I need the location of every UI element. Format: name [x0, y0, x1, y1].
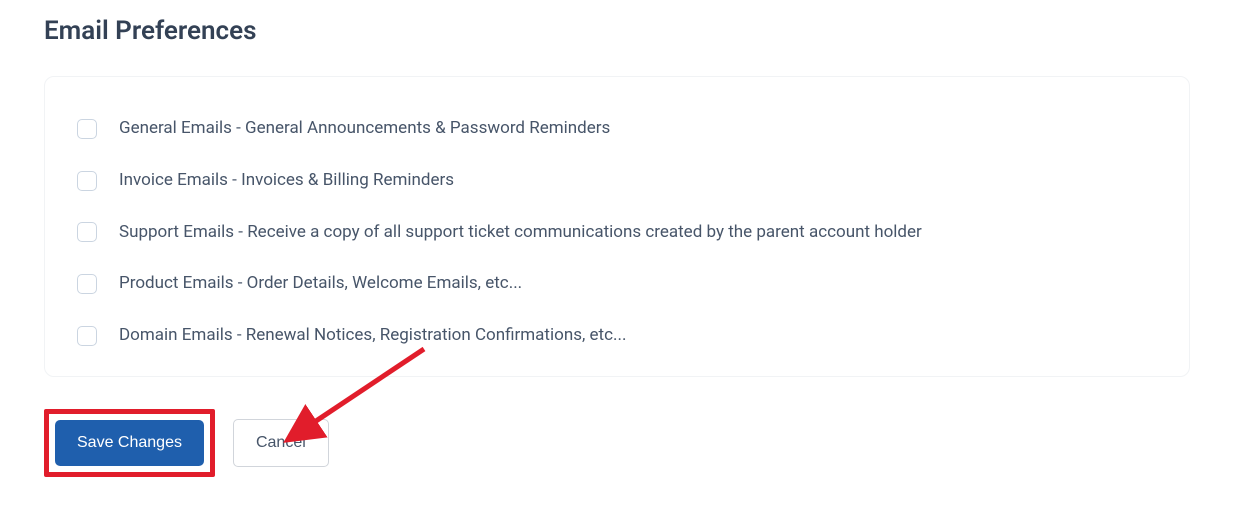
- checkbox-invoice[interactable]: [77, 171, 97, 191]
- checkbox-support[interactable]: [77, 222, 97, 242]
- email-preferences-container: Email Preferences General Emails - Gener…: [0, 0, 1234, 507]
- pref-row-general: General Emails - General Announcements &…: [77, 117, 1157, 141]
- section-title: Email Preferences: [44, 16, 1190, 46]
- checkbox-product[interactable]: [77, 274, 97, 294]
- pref-row-support: Support Emails - Receive a copy of all s…: [77, 221, 1157, 245]
- pref-label-product: Product Emails - Order Details, Welcome …: [119, 272, 522, 296]
- pref-label-invoice: Invoice Emails - Invoices & Billing Remi…: [119, 169, 454, 193]
- cancel-button[interactable]: Cancel: [233, 419, 329, 467]
- checkbox-domain[interactable]: [77, 326, 97, 346]
- preferences-card: General Emails - General Announcements &…: [44, 76, 1190, 377]
- pref-row-product: Product Emails - Order Details, Welcome …: [77, 272, 1157, 296]
- pref-row-domain: Domain Emails - Renewal Notices, Registr…: [77, 324, 1157, 348]
- checkbox-general[interactable]: [77, 119, 97, 139]
- pref-row-invoice: Invoice Emails - Invoices & Billing Remi…: [77, 169, 1157, 193]
- save-button[interactable]: Save Changes: [55, 420, 204, 466]
- pref-label-support: Support Emails - Receive a copy of all s…: [119, 221, 922, 245]
- button-row: Save Changes Cancel: [44, 409, 1190, 477]
- pref-label-general: General Emails - General Announcements &…: [119, 117, 610, 141]
- annotation-highlight-box: Save Changes: [44, 409, 215, 477]
- pref-label-domain: Domain Emails - Renewal Notices, Registr…: [119, 324, 626, 348]
